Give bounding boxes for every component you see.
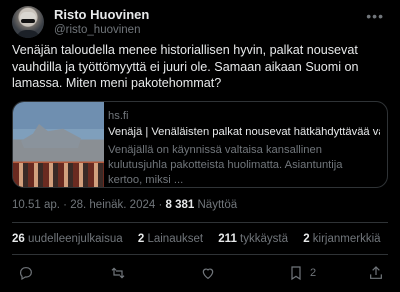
views-label: Näyttöä bbox=[197, 199, 238, 211]
bookmark-button[interactable]: 2 bbox=[288, 264, 316, 282]
stat-reposts[interactable]: 26 uudelleenjulkaisua bbox=[12, 233, 123, 245]
views-count: 8 381 bbox=[165, 199, 195, 211]
like-icon bbox=[202, 268, 214, 280]
share-button[interactable] bbox=[368, 264, 390, 282]
link-card[interactable]: hs.fi Venäjä | Venäläisten palkat nousev… bbox=[12, 101, 388, 188]
share-icon bbox=[370, 266, 382, 279]
tweet-time[interactable]: 10.51 ap. bbox=[12, 199, 60, 211]
meta-separator: · bbox=[158, 199, 163, 211]
card-title: Venäjä | Venäläisten palkat nousevat hät… bbox=[108, 126, 380, 138]
tweet-date[interactable]: 28. heinäk. 2024 bbox=[70, 199, 155, 211]
reply-icon bbox=[20, 267, 32, 281]
tweet-meta: 10.51 ap. · 28. heinäk. 2024 · 8 381 Näy… bbox=[12, 199, 237, 211]
like-button[interactable] bbox=[200, 264, 222, 282]
stat-bookmarks[interactable]: 2 kirjanmerkkiä bbox=[303, 233, 380, 245]
stat-likes[interactable]: 211 tykkäystä bbox=[218, 233, 288, 245]
retweet-button[interactable] bbox=[110, 264, 132, 282]
stat-quotes[interactable]: 2 Lainaukset bbox=[138, 233, 203, 245]
divider bbox=[12, 254, 388, 255]
author-name[interactable]: Risto Huovinen bbox=[54, 7, 149, 22]
card-thumbnail bbox=[13, 102, 104, 187]
reply-button[interactable] bbox=[18, 264, 40, 282]
tweet-text: Venäjän taloudella menee historiallisen … bbox=[12, 43, 359, 90]
engagement-stats: 26 uudelleenjulkaisua 2 Lainaukset 211 t… bbox=[12, 233, 393, 245]
card-description: Venäjällä on käynnissä valtaisa kansalli… bbox=[108, 144, 343, 186]
avatar[interactable] bbox=[12, 6, 44, 38]
card-domain: hs.fi bbox=[108, 110, 129, 122]
divider bbox=[12, 222, 388, 223]
meta-separator: · bbox=[63, 199, 68, 211]
more-horizontal-icon[interactable]: ••• bbox=[366, 8, 384, 24]
retweet-icon bbox=[111, 267, 125, 279]
tweet-header: Risto Huovinen @risto_huovinen ••• bbox=[12, 6, 388, 42]
action-bar: 2 bbox=[12, 262, 388, 284]
card-body: hs.fi Venäjä | Venäläisten palkat nousev… bbox=[108, 102, 380, 187]
author-handle[interactable]: @risto_huovinen bbox=[54, 24, 140, 36]
bookmark-icon bbox=[291, 266, 301, 281]
